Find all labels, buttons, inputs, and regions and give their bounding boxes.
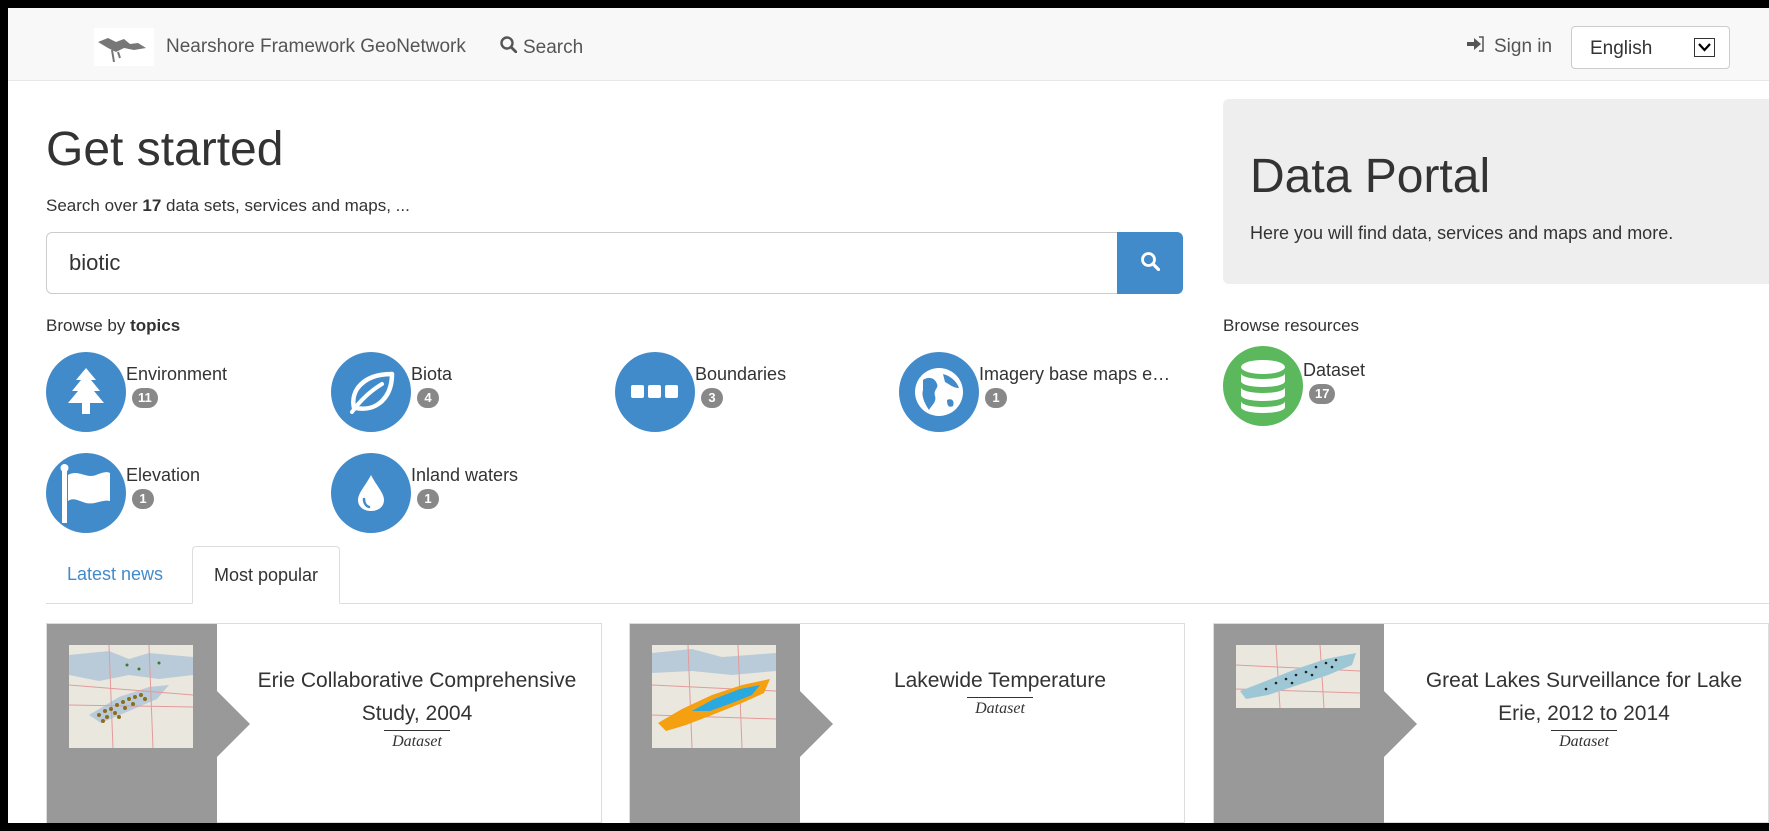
record-card[interactable]: Lakewide Temperature Dataset: [629, 623, 1185, 824]
sign-in-label: Sign in: [1494, 36, 1553, 57]
topic-label: Biota: [411, 364, 453, 384]
card-title[interactable]: Erie Collaborative Comprehensive Study, …: [241, 664, 593, 730]
card-type: Dataset: [967, 697, 1033, 718]
chevron-down-icon: [1694, 38, 1715, 57]
card-sidebar: [630, 624, 800, 824]
card-type: Dataset: [1551, 730, 1617, 751]
navbar: Nearshore Framework GeoNetwork Search Si…: [8, 8, 1769, 81]
water-drop-icon: [331, 453, 411, 533]
map-thumbnail[interactable]: [652, 645, 776, 748]
page-title: Get started: [46, 123, 284, 176]
ellipsis-icon: [615, 352, 695, 432]
topic-count-badge: 1: [132, 489, 154, 509]
tab-most-popular[interactable]: Most popular: [192, 546, 341, 604]
brand-link[interactable]: Nearshore Framework GeoNetwork: [166, 36, 466, 58]
card-title[interactable]: Lakewide Temperature: [824, 664, 1176, 697]
card-type: Dataset: [384, 730, 450, 751]
topic-count-badge: 4: [417, 388, 439, 408]
portal-title: Data Portal: [1250, 150, 1491, 203]
subtitle-suffix: data sets, services and maps, ...: [161, 196, 410, 215]
card-body: Erie Collaborative Comprehensive Study, …: [241, 664, 593, 751]
browse-topics-prefix: Browse by: [46, 316, 131, 335]
browse-topics-bold: topics: [130, 316, 181, 335]
database-icon: [1223, 346, 1303, 426]
tree-icon: [46, 352, 126, 432]
search-icon: [1140, 251, 1161, 276]
flag-icon: [46, 453, 126, 533]
search-input[interactable]: biotic: [46, 232, 1118, 294]
topic-count-badge: 1: [417, 489, 439, 509]
sign-in-link[interactable]: Sign in: [1466, 36, 1552, 58]
resource-count-badge: 17: [1309, 384, 1336, 404]
topic-count-badge: 3: [701, 388, 723, 408]
search-icon: [500, 36, 518, 59]
language-select[interactable]: English: [1571, 26, 1730, 69]
card-title[interactable]: Great Lakes Surveillance for Lake Erie, …: [1408, 664, 1760, 730]
topic-label: Boundaries: [695, 364, 787, 384]
globe-icon: [899, 352, 979, 432]
search-subtitle: Search over 17 data sets, services and m…: [46, 196, 410, 216]
map-thumbnail[interactable]: [69, 645, 193, 748]
topic-count-badge: 11: [132, 388, 158, 408]
sign-in-icon: [1466, 36, 1484, 58]
window-frame-top: [0, 0, 1769, 8]
leaf-icon: [331, 352, 411, 432]
card-sidebar: [1214, 624, 1384, 824]
nav-search-label: Search: [523, 36, 584, 58]
nav-search-link[interactable]: Search: [500, 36, 583, 59]
news-tabs: Latest news Most popular: [46, 546, 1769, 604]
topic-count-badge: 1: [985, 388, 1007, 408]
record-card[interactable]: Great Lakes Surveillance for Lake Erie, …: [1213, 623, 1769, 824]
search-button[interactable]: [1117, 232, 1183, 294]
data-portal-panel: Data Portal Here you will find data, ser…: [1223, 99, 1769, 284]
resource-label: Dataset: [1303, 360, 1366, 380]
topic-label: Imagery base maps e…: [979, 364, 1171, 384]
topic-label: Elevation: [126, 465, 201, 485]
great-lakes-logo[interactable]: [94, 28, 154, 66]
topic-label: Inland waters: [411, 465, 519, 485]
portal-description: Here you will find data, services and ma…: [1250, 223, 1674, 243]
window-frame-bottom: [0, 823, 1769, 831]
dataset-count: 17: [142, 196, 162, 215]
page: Nearshore Framework GeoNetwork Search Si…: [0, 0, 1769, 831]
card-body: Great Lakes Surveillance for Lake Erie, …: [1408, 664, 1760, 751]
window-frame-left: [0, 0, 8, 831]
language-value: English: [1590, 38, 1653, 59]
browse-topics-heading: Browse by topics: [46, 316, 180, 336]
subtitle-prefix: Search over: [46, 196, 143, 215]
map-thumbnail[interactable]: [1236, 645, 1360, 708]
tab-latest-news[interactable]: Latest news: [46, 546, 184, 603]
topic-label: Environment: [126, 364, 228, 384]
card-sidebar: [47, 624, 217, 824]
browse-resources-heading: Browse resources: [1223, 316, 1360, 335]
record-card[interactable]: Erie Collaborative Comprehensive Study, …: [46, 623, 602, 824]
card-body: Lakewide Temperature Dataset: [824, 664, 1176, 718]
